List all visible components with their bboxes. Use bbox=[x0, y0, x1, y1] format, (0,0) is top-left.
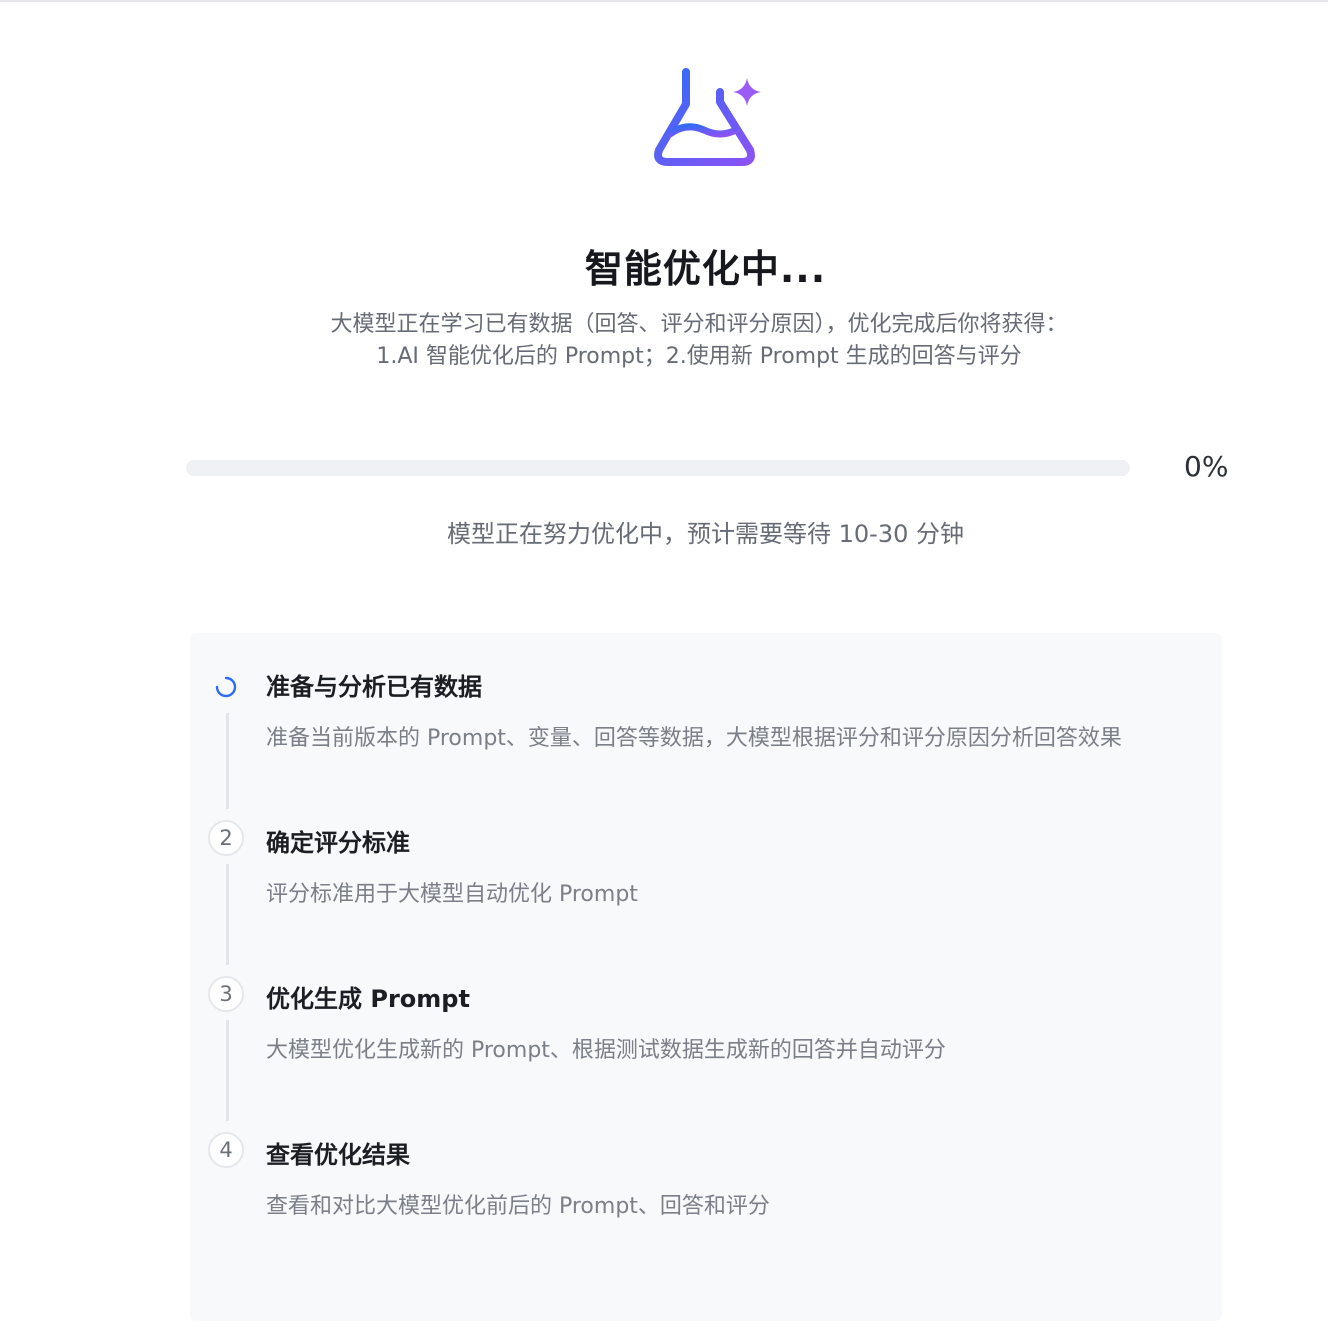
step-description: 查看和对比大模型优化前后的 Prompt、回答和评分 bbox=[266, 1194, 770, 1219]
step-connector bbox=[226, 1020, 229, 1121]
step-number-badge: 2 bbox=[208, 820, 244, 856]
step-number-badge: 3 bbox=[208, 976, 244, 1012]
step-title: 优化生成 Prompt bbox=[266, 985, 470, 1013]
step-number-badge: 4 bbox=[208, 1132, 244, 1168]
step-title: 准备与分析已有数据 bbox=[266, 673, 482, 701]
step-description: 评分标准用于大模型自动优化 Prompt bbox=[266, 882, 638, 907]
description-line-2: 1.AI 智能优化后的 Prompt；2.使用新 Prompt 生成的回答与评分 bbox=[376, 344, 1022, 369]
page-description: 大模型正在学习已有数据（回答、评分和评分原因），优化完成后你将获得： 1.AI … bbox=[0, 309, 1328, 373]
flask-sparkle-icon bbox=[650, 64, 766, 174]
wait-time-text: 模型正在努力优化中，预计需要等待 10-30 分钟 bbox=[447, 520, 964, 548]
description-line-1: 大模型正在学习已有数据（回答、评分和评分原因），优化完成后你将获得： bbox=[330, 312, 1068, 337]
progress-bar bbox=[186, 460, 1130, 476]
steps-panel: 准备与分析已有数据 准备当前版本的 Prompt、变量、回答等数据，大模型根据评… bbox=[190, 633, 1222, 1321]
step-connector bbox=[226, 864, 229, 965]
step-title: 查看优化结果 bbox=[266, 1141, 410, 1169]
loading-spinner-icon bbox=[208, 669, 244, 705]
page-title: 智能优化中... bbox=[584, 247, 827, 291]
top-divider bbox=[0, 0, 1328, 2]
optimization-page: 智能优化中... 大模型正在学习已有数据（回答、评分和评分原因），优化完成后你将… bbox=[0, 0, 1328, 1324]
step-connector bbox=[226, 713, 229, 809]
step-description: 大模型优化生成新的 Prompt、根据测试数据生成新的回答并自动评分 bbox=[266, 1038, 946, 1063]
progress-percent: 0% bbox=[1184, 450, 1229, 483]
step-description: 准备当前版本的 Prompt、变量、回答等数据，大模型根据评分和评分原因分析回答… bbox=[266, 726, 1122, 751]
step-title: 确定评分标准 bbox=[266, 829, 410, 857]
